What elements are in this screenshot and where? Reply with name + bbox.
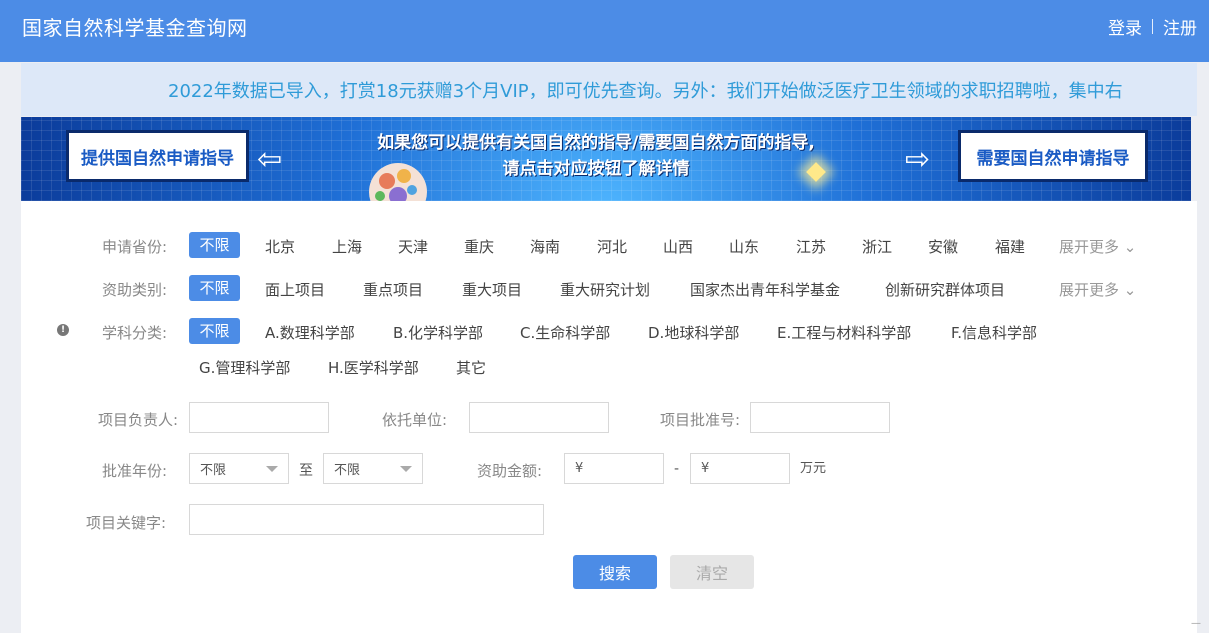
amount-dash: - [674, 461, 680, 477]
funding-type-option[interactable]: 重点项目 [363, 279, 423, 300]
caret-down-icon [266, 465, 278, 472]
approval-no-input[interactable] [750, 402, 890, 433]
year-to-select[interactable]: 不限 [323, 453, 423, 484]
province-option[interactable]: 重庆 [464, 236, 494, 257]
discipline-option[interactable]: G.管理科学部 [199, 357, 290, 378]
province-option[interactable]: 福建 [995, 236, 1025, 257]
funding-type-label: 资助类别: [102, 281, 168, 299]
funding-type-option[interactable]: 面上项目 [265, 279, 325, 300]
province-label: 申请省份: [102, 238, 168, 256]
year-from-select[interactable]: 不限 [189, 453, 289, 484]
caret-down-icon [400, 465, 412, 472]
site-title[interactable]: 国家自然科学基金查询网 [22, 12, 248, 41]
discipline-option[interactable]: B.化学科学部 [393, 322, 483, 343]
notice-text: 2022年数据已导入，打赏18元获赠3个月VIP，即可优先查询。另外：我们开始做… [168, 81, 1123, 102]
year-from-value: 不限 [200, 463, 227, 478]
province-expand-more[interactable]: 展开更多 ⌄ [1059, 236, 1136, 257]
clear-button[interactable]: 清空 [670, 555, 754, 589]
province-option[interactable]: 山东 [729, 236, 759, 257]
unit-label: 依托单位: [382, 411, 448, 429]
discipline-label: 学科分类: [102, 324, 168, 342]
funding-type-option[interactable]: 国家杰出青年科学基金 [690, 279, 840, 300]
discipline-option[interactable]: A.数理科学部 [265, 322, 355, 343]
minimize-icon: — [1191, 618, 1201, 629]
province-option[interactable]: 不限 [189, 232, 240, 258]
leader-label: 项目负责人: [98, 411, 179, 429]
guidance-banner: 提供国自然申请指导 ⇦ 如果您可以提供有关国自然的指导/需要国自然方面的指导, … [21, 117, 1191, 201]
discipline-option[interactable]: H.医学科学部 [328, 357, 419, 378]
search-button[interactable]: 搜索 [573, 555, 657, 589]
amount-label: 资助金额: [477, 462, 543, 480]
province-option[interactable]: 浙江 [862, 236, 892, 257]
province-option[interactable]: 北京 [265, 236, 295, 257]
login-link[interactable]: 登录 [1108, 14, 1142, 39]
discipline-option[interactable]: F.信息科学部 [951, 322, 1037, 343]
funding-type-option[interactable]: 不限 [189, 275, 240, 301]
top-bar: 国家自然科学基金查询网 登录 注册 [0, 0, 1209, 62]
discipline-option[interactable]: 不限 [189, 318, 240, 344]
discipline-option[interactable]: C.生命科学部 [520, 322, 610, 343]
province-option[interactable]: 山西 [663, 236, 693, 257]
banner-line-1: 如果您可以提供有关国自然的指导/需要国自然方面的指导, [377, 133, 815, 153]
expand-more-label: 展开更多 [1059, 238, 1120, 256]
province-option[interactable]: 海南 [530, 236, 560, 257]
year-label: 批准年份: [102, 462, 168, 480]
keyword-input[interactable] [189, 504, 544, 535]
amount-min-input[interactable]: ¥ [564, 453, 664, 484]
funding-type-expand-more[interactable]: 展开更多 ⌄ [1059, 279, 1136, 300]
arrow-left-icon: ⇦ [257, 142, 283, 177]
provide-guidance-button[interactable]: 提供国自然申请指导 [66, 130, 249, 182]
year-to-value: 不限 [334, 463, 361, 478]
expand-more-label: 展开更多 [1059, 281, 1120, 299]
amount-max-input[interactable]: ¥ [690, 453, 790, 484]
province-option[interactable]: 安徽 [928, 236, 958, 257]
province-option[interactable]: 河北 [597, 236, 627, 257]
leader-input[interactable] [189, 402, 329, 433]
discipline-option[interactable]: D.地球科学部 [648, 322, 739, 343]
chevron-down-icon: ⌄ [1123, 238, 1137, 256]
arrow-right-icon: ⇨ [905, 142, 931, 177]
funding-type-option[interactable]: 重大研究计划 [560, 279, 650, 300]
unit-input[interactable] [469, 402, 609, 433]
notice-bar: 2022年数据已导入，打赏18元获赠3个月VIP，即可优先查询。另外：我们开始做… [21, 63, 1197, 116]
funding-type-option[interactable]: 重大项目 [462, 279, 522, 300]
auth-links: 登录 注册 [1108, 14, 1197, 39]
keyword-label: 项目关键字: [86, 514, 167, 532]
register-link[interactable]: 注册 [1163, 14, 1197, 39]
auth-divider [1152, 19, 1153, 34]
approval-no-label: 项目批准号: [660, 411, 741, 429]
funding-type-option[interactable]: 创新研究群体项目 [885, 279, 1005, 300]
need-guidance-button[interactable]: 需要国自然申请指导 [958, 130, 1148, 182]
discipline-option[interactable]: 其它 [456, 357, 486, 378]
province-option[interactable]: 上海 [332, 236, 362, 257]
year-to-label: 至 [299, 463, 313, 479]
province-option[interactable]: 江苏 [796, 236, 826, 257]
chevron-down-icon: ⌄ [1123, 281, 1137, 299]
amount-unit: 万元 [800, 461, 827, 476]
province-option[interactable]: 天津 [398, 236, 428, 257]
discipline-option[interactable]: E.工程与材料科学部 [777, 322, 911, 343]
info-icon[interactable]: ! [57, 324, 69, 336]
